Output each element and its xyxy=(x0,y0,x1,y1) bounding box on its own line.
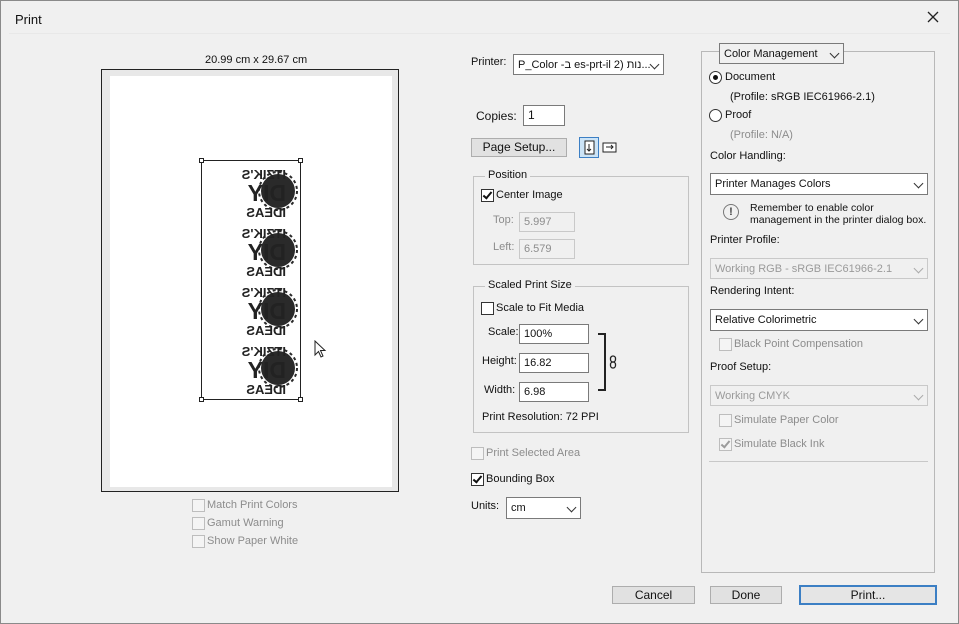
units-value: cm xyxy=(511,502,526,514)
printer-select[interactable]: P_Color -ב es-prt-il 2) נות... xyxy=(513,54,664,75)
logo-line-2: DIY xyxy=(248,180,286,206)
simulate-black-ink-checkbox[interactable] xyxy=(719,438,732,451)
match-print-colors-checkbox[interactable] xyxy=(192,499,205,512)
gamut-warning-label: Gamut Warning xyxy=(207,517,284,529)
center-image-label: Center Image xyxy=(496,189,563,201)
proof-label: Proof xyxy=(725,109,752,121)
printer-profile-select[interactable]: Working RGB - sRGB IEC61966-2.1 xyxy=(710,258,928,279)
rendering-intent-label: Rendering Intent: xyxy=(710,285,795,297)
top-input[interactable]: 5.997 xyxy=(519,212,575,232)
landscape-orientation-icon[interactable] xyxy=(600,137,620,158)
rendering-intent-select[interactable]: Relative Colorimetric xyxy=(710,309,928,331)
center-image-checkbox[interactable] xyxy=(481,189,494,202)
logo-line-3: IDEAS xyxy=(246,205,286,220)
black-point-compensation-label: Black Point Compensation xyxy=(734,338,864,350)
printer-label: Printer: xyxy=(471,56,507,68)
proof-setup-select[interactable]: Working CMYK xyxy=(710,385,928,406)
show-paper-white-label: Show Paper White xyxy=(207,535,299,547)
print-selected-area-label: Print Selected Area xyxy=(486,447,581,459)
color-management-value: Color Management xyxy=(724,48,818,60)
bounding-box-checkbox[interactable] xyxy=(471,473,484,486)
bounding-box-label: Bounding Box xyxy=(486,473,555,485)
chevron-down-icon xyxy=(913,314,924,325)
black-point-compensation-checkbox[interactable] xyxy=(719,338,732,351)
color-reminder-text: Remember to enable color management in t… xyxy=(750,202,927,226)
scale-label: Scale: xyxy=(488,326,519,338)
proof-profile: (Profile: N/A) xyxy=(730,129,793,141)
scale-to-fit-checkbox[interactable] xyxy=(481,302,494,315)
paper-size-label: 20.99 cm x 29.67 cm xyxy=(205,54,308,66)
printer-profile-value: Working RGB - sRGB IEC61966-2.1 xyxy=(715,263,893,275)
print-selected-area-checkbox[interactable] xyxy=(471,447,484,460)
title-divider xyxy=(9,33,950,34)
color-handling-select[interactable]: Printer Manages Colors xyxy=(710,173,928,195)
close-icon[interactable] xyxy=(921,7,945,29)
done-button[interactable]: Done xyxy=(710,586,782,604)
resize-handle[interactable] xyxy=(298,397,303,402)
proof-setup-label: Proof Setup: xyxy=(710,361,772,373)
height-input[interactable]: 16.82 xyxy=(519,353,589,373)
chevron-down-icon xyxy=(913,390,924,401)
constrain-bracket xyxy=(598,333,606,391)
scale-to-fit-label: Scale to Fit Media xyxy=(496,302,585,314)
print-resolution: Print Resolution: 72 PPI xyxy=(482,411,599,423)
height-label: Height: xyxy=(482,355,517,367)
color-handling-label: Color Handling: xyxy=(710,150,786,162)
chevron-down-icon xyxy=(913,178,924,189)
units-select[interactable]: cm xyxy=(506,497,581,519)
image-bounding-box[interactable]: ITZIK'S DIY IDEAS xyxy=(199,158,303,402)
chevron-down-icon xyxy=(829,48,840,59)
chevron-down-icon xyxy=(566,502,577,513)
color-management-select[interactable]: Color Management xyxy=(719,43,844,64)
top-label: Top: xyxy=(493,214,514,226)
left-label: Left: xyxy=(493,241,515,253)
chevron-down-icon xyxy=(913,263,924,274)
chevron-down-icon xyxy=(649,59,660,70)
cancel-button[interactable]: Cancel xyxy=(612,586,695,604)
simulate-paper-color-label: Simulate Paper Color xyxy=(734,414,839,426)
copies-input[interactable]: 1 xyxy=(523,105,565,126)
print-dialog: Print 20.99 cm x 29.67 cm ITZIK'S DIY ID… xyxy=(0,0,959,624)
page-setup-button[interactable]: Page Setup... xyxy=(471,138,567,157)
resize-handle[interactable] xyxy=(199,158,204,163)
cursor-pointer-icon xyxy=(314,339,328,363)
printer-profile-label: Printer Profile: xyxy=(710,234,780,246)
scaled-print-size-title: Scaled Print Size xyxy=(485,279,575,291)
scale-input[interactable]: 100% xyxy=(519,324,589,344)
match-print-colors-label: Match Print Colors xyxy=(207,499,298,511)
width-input[interactable]: 6.98 xyxy=(519,382,589,402)
document-radio[interactable] xyxy=(709,71,722,84)
print-preview: ITZIK'S DIY IDEAS xyxy=(101,69,399,492)
chain-link-icon[interactable] xyxy=(609,355,618,373)
units-label: Units: xyxy=(471,500,500,512)
width-label: Width: xyxy=(484,384,516,396)
resize-handle[interactable] xyxy=(298,158,303,163)
proof-radio[interactable] xyxy=(709,109,722,122)
proof-setup-value: Working CMYK xyxy=(715,390,790,402)
position-title: Position xyxy=(485,169,531,181)
print-button[interactable]: Print... xyxy=(799,585,937,605)
rendering-intent-value: Relative Colorimetric xyxy=(715,314,817,326)
document-profile: (Profile: sRGB IEC61966-2.1) xyxy=(730,91,875,103)
window-title: Print xyxy=(15,12,42,27)
resize-handle[interactable] xyxy=(199,397,204,402)
portrait-orientation-icon[interactable] xyxy=(579,137,599,158)
panel-divider xyxy=(709,461,928,462)
info-icon: ! xyxy=(723,204,739,220)
document-label: Document xyxy=(725,71,776,83)
copies-label: Copies: xyxy=(476,109,517,123)
show-paper-white-checkbox[interactable] xyxy=(192,535,205,548)
simulate-black-ink-label: Simulate Black Ink xyxy=(734,438,825,450)
simulate-paper-color-checkbox[interactable] xyxy=(719,414,732,427)
gamut-warning-checkbox[interactable] xyxy=(192,517,205,530)
left-input[interactable]: 6.579 xyxy=(519,239,575,259)
mirrored-logo-image: ITZIK'S DIY IDEAS xyxy=(240,167,298,398)
printer-value: P_Color -ב es-prt-il 2) נות... xyxy=(518,59,651,71)
color-handling-value: Printer Manages Colors xyxy=(715,178,831,190)
